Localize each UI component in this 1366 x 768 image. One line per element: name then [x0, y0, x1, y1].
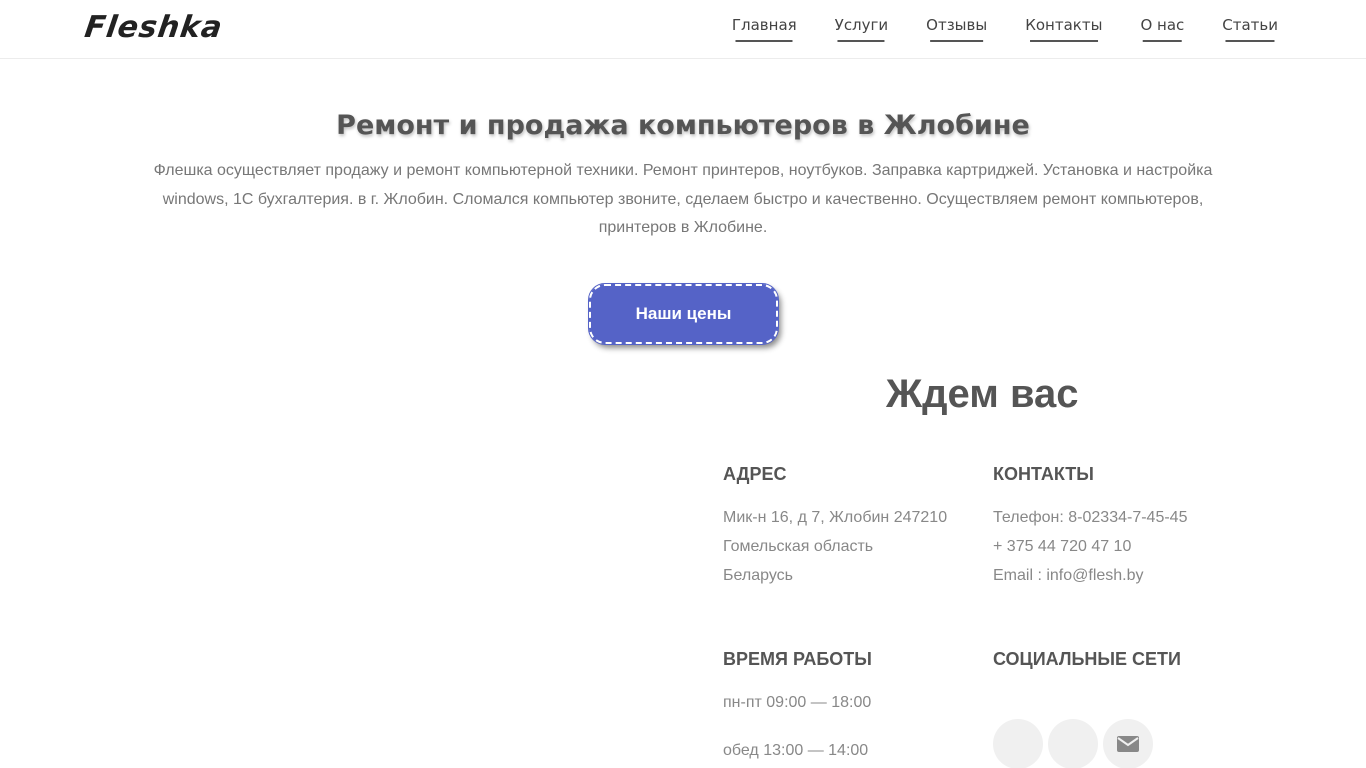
contacts-section-title: Ждем вас — [886, 372, 1079, 416]
hero-description: Флешка осуществляет продажу и ремонт ком… — [153, 162, 1213, 236]
hours-heading: ВРЕМЯ РАБОТЫ — [723, 649, 872, 669]
main-nav: Главная Услуги Отзывы Контакты О нас Ста… — [694, 16, 1278, 42]
address-line: Гомельская область — [723, 538, 874, 555]
site-logo[interactable]: Fleshka — [83, 10, 225, 45]
address-block: Мик-н 16, д 7, Жлобин 247210 Гомельская … — [723, 503, 947, 590]
hours-line: пн-пт 09:00 — 18:00 — [723, 694, 872, 711]
contacts-block: Телефон: 8-02334-7-45-45 + 375 44 720 47… — [993, 503, 1187, 590]
nav-articles[interactable]: Статьи — [1222, 16, 1278, 42]
social-heading: СОЦИАЛЬНЫЕ СЕТИ — [993, 649, 1181, 669]
nav-home[interactable]: Главная — [732, 16, 797, 42]
nav-contacts[interactable]: Контакты — [1025, 16, 1102, 42]
lunch-line: обед 13:00 — 14:00 — [723, 742, 869, 759]
nav-about[interactable]: О нас — [1140, 16, 1184, 42]
email-line[interactable]: Email : info@flesh.by — [993, 561, 1187, 590]
nav-services[interactable]: Услуги — [835, 16, 888, 42]
envelope-icon[interactable] — [1103, 719, 1153, 768]
address-line: Беларусь — [723, 567, 793, 584]
social-icon[interactable] — [1048, 719, 1098, 768]
address-heading: АДРЕС — [723, 464, 787, 484]
mobile-line[interactable]: + 375 44 720 47 10 — [993, 532, 1187, 561]
address-line: Мик-н 16, д 7, Жлобин 247210 — [723, 509, 948, 526]
site-header: Fleshka Главная Услуги Отзывы Контакты О… — [0, 0, 1366, 59]
social-icon[interactable] — [993, 719, 1043, 768]
phone-line[interactable]: Телефон: 8-02334-7-45-45 — [993, 503, 1187, 532]
prices-button[interactable]: Наши цены — [588, 283, 779, 345]
social-links — [993, 719, 1153, 768]
hero-title: Ремонт и продажа компьютеров в Жлобине — [336, 110, 1030, 141]
contacts-heading: КОНТАКТЫ — [993, 464, 1094, 484]
envelope-icon-glyph — [1117, 736, 1139, 752]
nav-reviews[interactable]: Отзывы — [926, 16, 987, 42]
